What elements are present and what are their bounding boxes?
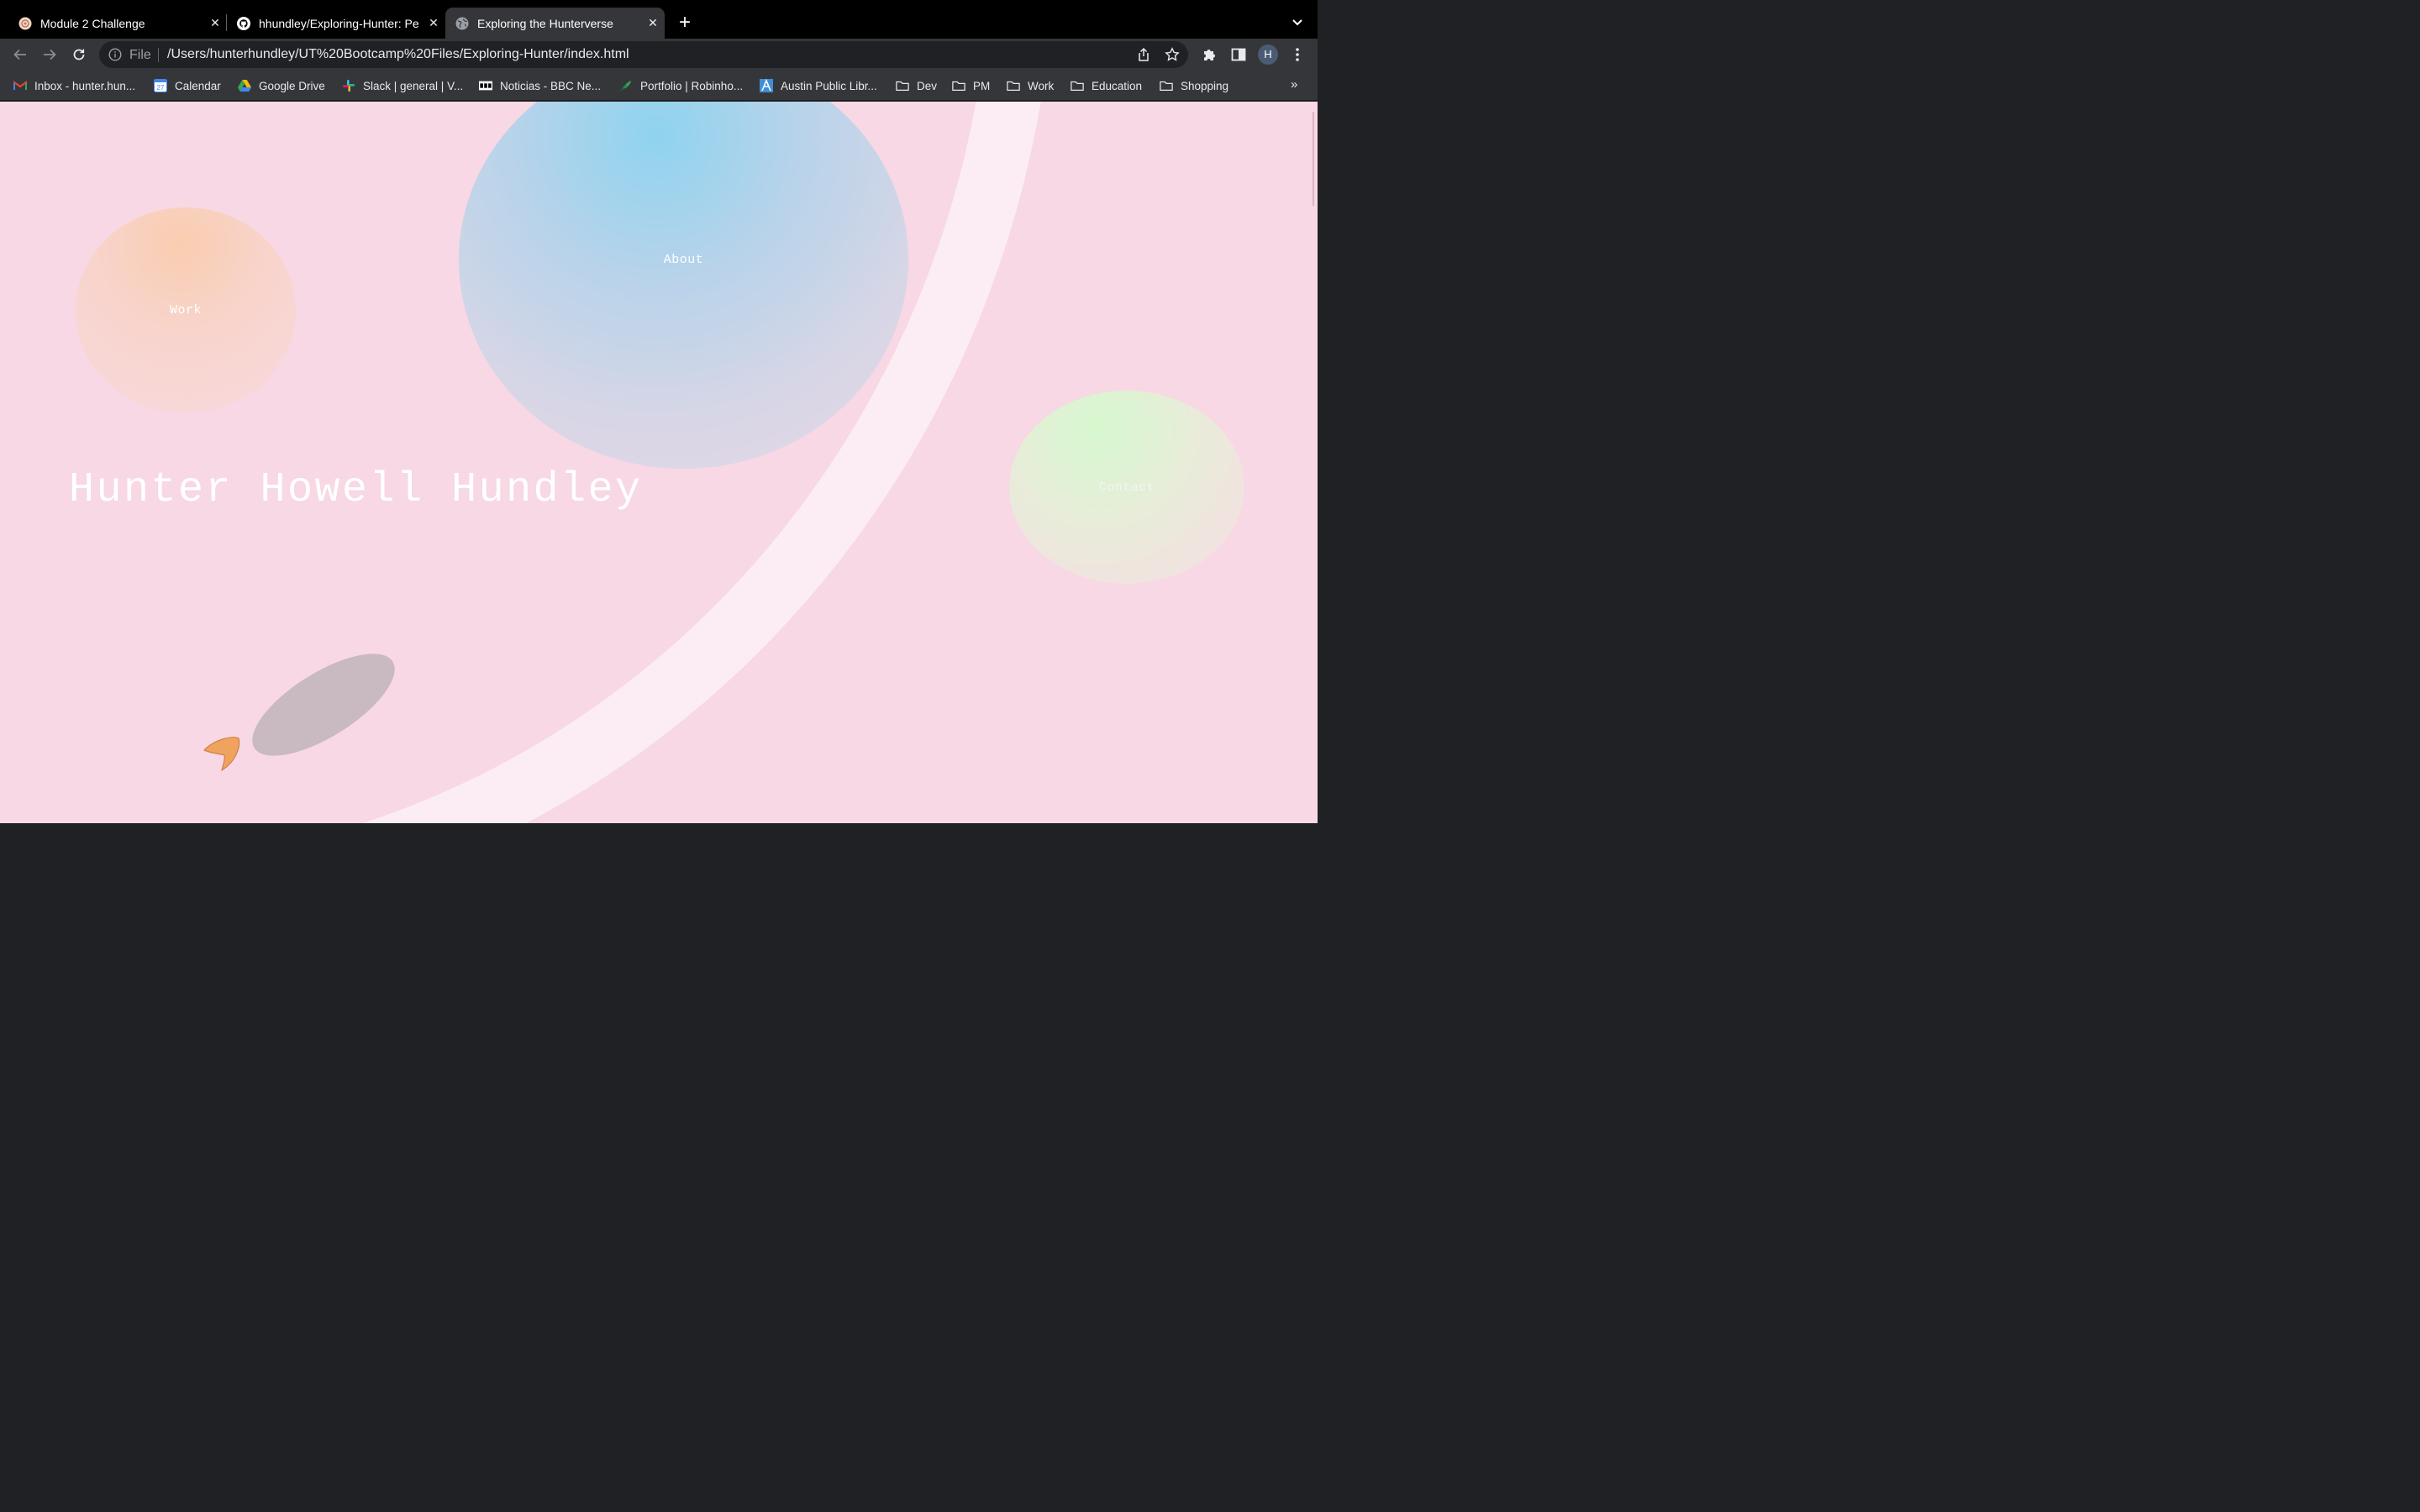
planet-work-link[interactable]: Work — [76, 207, 296, 413]
bookmark-label: Dev — [917, 79, 938, 92]
close-tab-icon[interactable]: ✕ — [641, 16, 665, 30]
bookmark-bbc[interactable]: Noticias - BBC Ne... — [479, 78, 601, 93]
tab-search-chevron-down-icon[interactable] — [1287, 12, 1307, 32]
rocket-flame-icon — [203, 737, 240, 772]
bookmark-calendar[interactable]: 27 Calendar — [154, 78, 221, 93]
bookmark-label: Calendar — [175, 79, 221, 92]
page-viewport: Work About Contact Hunter Howell Hundley — [0, 102, 1318, 823]
bookmark-folder-shopping[interactable]: Shopping — [1160, 78, 1228, 93]
bookmark-label: Google Drive — [259, 79, 325, 92]
planet-work-label: Work — [169, 303, 202, 318]
planet-contact-link[interactable]: Contact — [1009, 391, 1244, 584]
bbc-icon — [479, 79, 492, 92]
page-title: Hunter Howell Hundley — [69, 466, 643, 514]
planet-contact-label: Contact — [1098, 480, 1155, 495]
bookmark-label: PM — [973, 79, 991, 92]
svg-text:27: 27 — [157, 84, 165, 92]
bookmark-label: Noticias - BBC Ne... — [500, 79, 602, 92]
bookmark-google-drive[interactable]: Google Drive — [238, 78, 325, 93]
tab-module-2-challenge[interactable]: Module 2 Challenge ✕ — [0, 8, 227, 39]
address-bar[interactable]: File /Users/hunterhundley/UT%20Bootcamp%… — [99, 41, 1188, 68]
bookmark-folder-pm[interactable]: PM — [952, 78, 990, 93]
gmail-icon — [13, 79, 27, 92]
tab-title: hhundley/Exploring-Hunter: Pe — [259, 16, 419, 30]
bookmark-folder-education[interactable]: Education — [1071, 78, 1142, 93]
bookmark-label: Slack | general | V... — [363, 79, 464, 92]
folder-icon — [952, 79, 965, 92]
address-url[interactable]: /Users/hunterhundley/UT%20Bootcamp%20Fil… — [167, 47, 629, 62]
new-tab-icon[interactable]: + — [673, 11, 697, 34]
bookmark-label: Austin Public Libr... — [781, 79, 877, 92]
back-arrow-icon[interactable] — [9, 44, 31, 66]
folder-icon — [896, 79, 909, 92]
bookmark-portfolio[interactable]: Portfolio | Robinho... — [619, 78, 743, 93]
address-scheme: File — [129, 48, 151, 62]
feather-icon — [619, 79, 633, 92]
bookmark-star-icon[interactable] — [1165, 47, 1180, 62]
module-favicon-icon — [18, 17, 32, 30]
browser-toolbar: File /Users/hunterhundley/UT%20Bootcamp%… — [0, 39, 1318, 71]
bookmark-label: Work — [1028, 79, 1055, 92]
folder-icon — [1071, 79, 1084, 92]
folder-icon — [1160, 79, 1173, 92]
drive-icon — [238, 79, 251, 92]
tab-strip: Module 2 Challenge ✕ hhundley/Exploring-… — [0, 0, 1318, 39]
bookmarks-overflow-chevron-icon[interactable]: » — [1291, 77, 1297, 92]
tab-title: Exploring the Hunterverse — [477, 16, 613, 30]
scroll-edge-mark — [1313, 112, 1314, 206]
side-panel-icon[interactable] — [1230, 46, 1247, 63]
close-tab-icon[interactable]: ✕ — [422, 16, 445, 30]
folder-icon — [1007, 79, 1020, 92]
close-tab-icon[interactable]: ✕ — [203, 16, 227, 30]
profile-avatar[interactable]: H — [1258, 45, 1278, 65]
address-divider — [158, 48, 159, 62]
library-icon — [760, 79, 773, 92]
bookmark-inbox[interactable]: Inbox - hunter.hun... — [13, 78, 135, 93]
bookmark-label: Inbox - hunter.hun... — [34, 79, 136, 92]
tab-title: Module 2 Challenge — [40, 16, 145, 30]
reload-icon[interactable] — [68, 44, 90, 66]
bookmark-slack[interactable]: Slack | general | V... — [342, 78, 463, 93]
forward-arrow-icon[interactable] — [39, 44, 60, 66]
tab-github-repo[interactable]: hhundley/Exploring-Hunter: Pe ✕ — [227, 8, 445, 39]
extensions-puzzle-icon[interactable] — [1201, 46, 1218, 63]
slack-icon — [342, 79, 355, 92]
bookmark-austin-library[interactable]: Austin Public Libr... — [760, 78, 877, 93]
planet-about-label: About — [663, 253, 704, 267]
bookmark-folder-work[interactable]: Work — [1007, 78, 1054, 93]
github-icon — [237, 16, 250, 30]
globe-icon — [455, 17, 469, 30]
tab-exploring-hunterverse[interactable]: Exploring the Hunterverse ✕ — [445, 8, 665, 39]
bookmarks-bar: Inbox - hunter.hun... 27 Calendar Google… — [0, 71, 1318, 101]
calendar-icon: 27 — [154, 79, 167, 92]
info-icon[interactable] — [108, 48, 122, 66]
share-icon[interactable] — [1136, 47, 1151, 62]
more-vert-icon[interactable] — [1289, 46, 1306, 63]
bookmark-folder-dev[interactable]: Dev — [896, 78, 937, 93]
bookmark-label: Education — [1092, 79, 1143, 92]
bookmark-label: Shopping — [1181, 79, 1229, 92]
bookmark-label: Portfolio | Robinho... — [640, 79, 744, 92]
